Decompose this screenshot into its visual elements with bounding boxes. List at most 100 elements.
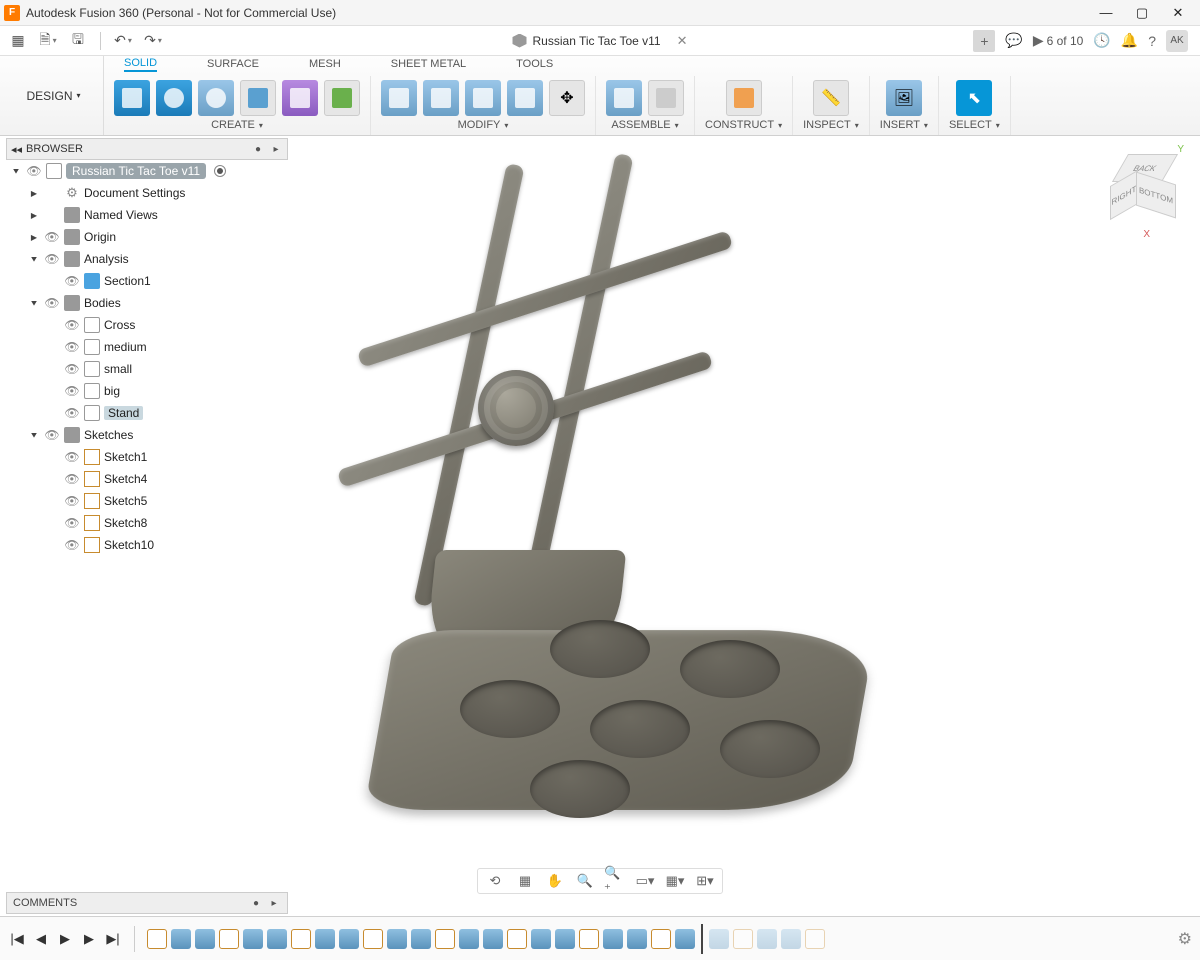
visibility-icon[interactable]: 👁 <box>64 537 80 553</box>
expand-icon[interactable] <box>10 166 22 176</box>
timeline-feature[interactable] <box>267 929 287 949</box>
clock-icon[interactable]: 🕓 <box>1093 32 1110 49</box>
tool-presspull[interactable] <box>381 80 417 116</box>
tree-sketch-item[interactable]: 👁Sketch1 <box>6 446 288 468</box>
tool-extrude[interactable] <box>240 80 276 116</box>
visibility-icon[interactable]: 👁 <box>64 471 80 487</box>
timeline-feature[interactable] <box>555 929 575 949</box>
timeline-marker[interactable] <box>701 924 703 954</box>
tree-analysis[interactable]: 👁Analysis <box>6 248 288 270</box>
tree-doc-settings[interactable]: Document Settings <box>6 182 288 204</box>
notifications-icon[interactable]: 🔔 <box>1121 32 1138 49</box>
tool-plane[interactable] <box>726 80 762 116</box>
tool-cylinder[interactable] <box>156 80 192 116</box>
tool-select[interactable]: ⬉ <box>956 80 992 116</box>
tree-sketches[interactable]: 👁Sketches <box>6 424 288 446</box>
timeline-feature[interactable] <box>651 929 671 949</box>
tool-joint[interactable] <box>606 80 642 116</box>
timeline-feature[interactable] <box>147 929 167 949</box>
visibility-icon[interactable]: 👁 <box>64 317 80 333</box>
maximize-button[interactable]: ▢ <box>1124 3 1160 23</box>
timeline-play-button[interactable]: ▶ <box>56 930 74 948</box>
browser-close-icon[interactable]: ▸ <box>269 142 283 156</box>
browser-header[interactable]: ◂◂BROWSER ●▸ <box>6 138 288 160</box>
tool-fillet[interactable] <box>423 80 459 116</box>
fit-icon[interactable]: 🔍⁺ <box>604 871 626 891</box>
save-button[interactable]: 🖫 <box>66 30 90 52</box>
tree-body-item[interactable]: 👁big <box>6 380 288 402</box>
tab-sheetmetal[interactable]: SHEET METAL <box>391 58 466 70</box>
tree-origin[interactable]: 👁Origin <box>6 226 288 248</box>
timeline-feature[interactable] <box>709 929 729 949</box>
tree-sketch-item[interactable]: 👁Sketch8 <box>6 512 288 534</box>
visibility-icon[interactable]: 👁 <box>64 339 80 355</box>
user-avatar[interactable]: AK <box>1166 30 1188 52</box>
timeline-feature[interactable] <box>291 929 311 949</box>
tree-named-views[interactable]: Named Views <box>6 204 288 226</box>
timeline-first-button[interactable]: |◀ <box>8 930 26 948</box>
pan-icon[interactable]: ✋ <box>544 871 566 891</box>
tool-box[interactable] <box>114 80 150 116</box>
tool-combine[interactable] <box>507 80 543 116</box>
tool-sweep[interactable] <box>324 80 360 116</box>
document-tab[interactable]: Russian Tic Tac Toe v11 ✕ <box>513 33 688 49</box>
redo-button[interactable]: ↷ <box>141 30 165 52</box>
tool-insert[interactable]: 🖼 <box>886 80 922 116</box>
close-window-button[interactable]: ✕ <box>1160 3 1196 23</box>
timeline-feature[interactable] <box>411 929 431 949</box>
timeline-feature[interactable] <box>781 929 801 949</box>
tree-body-item[interactable]: 👁Cross <box>6 314 288 336</box>
tool-asbuilt[interactable] <box>648 80 684 116</box>
timeline-feature[interactable] <box>363 929 383 949</box>
orbit-icon[interactable]: ⟲ <box>484 871 506 891</box>
timeline-feature[interactable] <box>579 929 599 949</box>
timeline-feature[interactable] <box>243 929 263 949</box>
file-menu-button[interactable]: 🗎 <box>36 30 60 52</box>
timeline-feature[interactable] <box>603 929 623 949</box>
visibility-icon[interactable]: 👁 <box>64 361 80 377</box>
tab-surface[interactable]: SURFACE <box>207 58 259 70</box>
new-design-button[interactable]: + <box>973 30 995 52</box>
timeline-feature[interactable] <box>507 929 527 949</box>
visibility-icon[interactable]: 👁 <box>64 405 80 421</box>
viewports-icon[interactable]: ⊞▾ <box>694 871 716 891</box>
timeline-feature[interactable] <box>435 929 455 949</box>
tree-body-item[interactable]: 👁small <box>6 358 288 380</box>
timeline-last-button[interactable]: ▶| <box>104 930 122 948</box>
visibility-icon[interactable]: 👁 <box>64 383 80 399</box>
display-icon[interactable]: ▭▾ <box>634 871 656 891</box>
tool-measure[interactable]: 📏 <box>813 80 849 116</box>
tool-move[interactable]: ✥ <box>549 80 585 116</box>
timeline-settings-icon[interactable]: ⚙ <box>1178 929 1192 949</box>
comments-expand-icon[interactable]: ▸ <box>267 896 281 910</box>
comments-options-icon[interactable]: ● <box>249 896 263 910</box>
tab-mesh[interactable]: MESH <box>309 58 341 70</box>
job-status-icon[interactable]: ▶6 of 10 <box>1033 32 1083 49</box>
timeline-feature[interactable] <box>171 929 191 949</box>
look-icon[interactable]: ▦ <box>514 871 536 891</box>
tree-body-item[interactable]: 👁Stand <box>6 402 288 424</box>
timeline-feature[interactable] <box>805 929 825 949</box>
zoom-icon[interactable]: 🔍 <box>574 871 596 891</box>
tree-sketch-item[interactable]: 👁Sketch4 <box>6 468 288 490</box>
tool-shell[interactable] <box>465 80 501 116</box>
timeline-feature[interactable] <box>531 929 551 949</box>
timeline-feature[interactable] <box>483 929 503 949</box>
timeline-feature[interactable] <box>675 929 695 949</box>
timeline-next-button[interactable]: ▶ <box>80 930 98 948</box>
timeline-feature[interactable] <box>339 929 359 949</box>
tool-sphere[interactable] <box>198 80 234 116</box>
tab-solid[interactable]: SOLID <box>124 57 157 72</box>
tree-sketch-item[interactable]: 👁Sketch5 <box>6 490 288 512</box>
tab-tools[interactable]: TOOLS <box>516 58 553 70</box>
tree-bodies[interactable]: 👁Bodies <box>6 292 288 314</box>
visibility-icon[interactable]: 👁 <box>64 515 80 531</box>
view-cube[interactable]: BACK RIGHT BOTTOM Y X <box>1102 150 1182 230</box>
comments-panel-header[interactable]: COMMENTS ●▸ <box>6 892 288 914</box>
data-panel-button[interactable]: ▦ <box>6 30 30 52</box>
tool-revolve[interactable] <box>282 80 318 116</box>
timeline-prev-button[interactable]: ◀ <box>32 930 50 948</box>
timeline-feature[interactable] <box>315 929 335 949</box>
tree-root[interactable]: 👁 Russian Tic Tac Toe v11 <box>6 160 288 182</box>
visibility-icon[interactable]: 👁 <box>26 163 42 179</box>
